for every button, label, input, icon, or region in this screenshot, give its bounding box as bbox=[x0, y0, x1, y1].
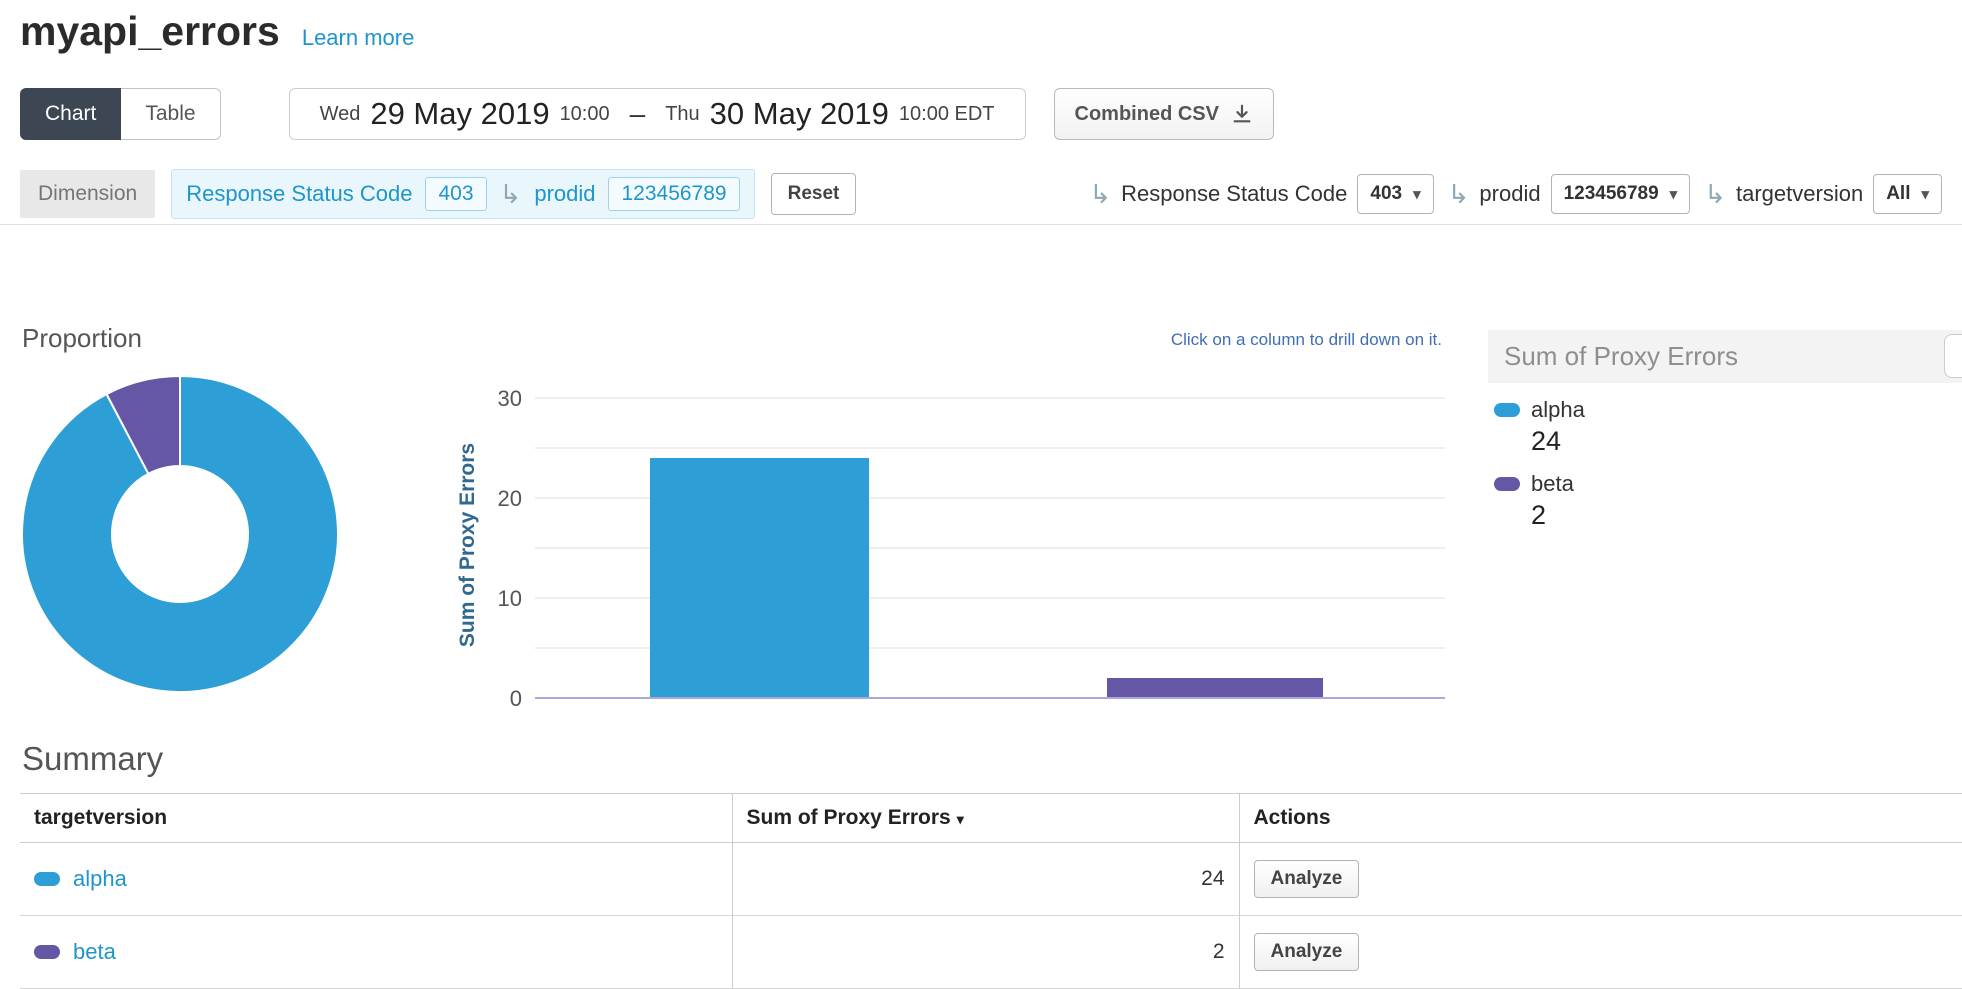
drilldown-select-targetversion[interactable]: All ▾ bbox=[1873, 174, 1942, 214]
drilldown-selected-value: 403 bbox=[1370, 183, 1402, 205]
legend-item-value: 24 bbox=[1531, 426, 1962, 457]
row-value: 2 bbox=[732, 916, 1239, 989]
drilldown-arrow-icon: ↳ bbox=[500, 181, 522, 207]
legend-item: alpha 24 bbox=[1494, 397, 1962, 457]
header: myapi_errors Learn more bbox=[20, 8, 414, 55]
table-row: beta 2 Analyze bbox=[20, 916, 1962, 989]
dimension-label: Dimension bbox=[20, 170, 155, 218]
toolbar: Chart Table Wed 29 May 2019 10:00 – Thu … bbox=[20, 88, 1274, 140]
end-day: Thu bbox=[665, 103, 699, 126]
end-date: 30 May 2019 bbox=[710, 96, 889, 132]
bar-chart[interactable]: 0 10 20 30 bbox=[430, 385, 1470, 720]
date-range-separator: – bbox=[630, 98, 646, 130]
color-swatch bbox=[1494, 477, 1520, 491]
learn-more-link[interactable]: Learn more bbox=[302, 25, 415, 51]
chevron-down-icon: ▾ bbox=[1413, 185, 1421, 203]
filter-value-chip-403[interactable]: 403 bbox=[425, 177, 486, 211]
column-header-actions: Actions bbox=[1239, 794, 1962, 843]
y-tick-label: 10 bbox=[498, 586, 522, 611]
table-tab[interactable]: Table bbox=[121, 88, 220, 140]
proportion-label: Proportion bbox=[22, 323, 142, 354]
drilldown-selectors: ↳ Response Status Code 403 ▾ ↳ prodid 12… bbox=[1089, 174, 1942, 214]
end-time: 10:00 EDT bbox=[899, 103, 995, 126]
filter-name-prodid[interactable]: prodid bbox=[534, 181, 595, 207]
summary-heading: Summary bbox=[22, 740, 163, 778]
drilldown-targetversion: ↳ targetversion All ▾ bbox=[1704, 174, 1942, 214]
combined-csv-button[interactable]: Combined CSV bbox=[1054, 88, 1274, 140]
analyze-button[interactable]: Analyze bbox=[1254, 860, 1360, 898]
drilldown-name: Response Status Code bbox=[1121, 181, 1347, 207]
column-header-sum-of-proxy-errors[interactable]: Sum of Proxy Errors ▾ bbox=[732, 794, 1239, 843]
summary-table: targetversion Sum of Proxy Errors ▾ Actio… bbox=[20, 793, 1962, 989]
dimension-bar: Dimension Response Status Code 403 ↳ pro… bbox=[20, 168, 1942, 220]
legend-item-label[interactable]: alpha bbox=[1531, 397, 1585, 423]
column-header-label: Sum of Proxy Errors bbox=[747, 806, 951, 829]
divider bbox=[0, 224, 1962, 225]
analyze-button[interactable]: Analyze bbox=[1254, 933, 1360, 971]
table-header-row: targetversion Sum of Proxy Errors ▾ Actio… bbox=[20, 794, 1962, 843]
active-filters: Response Status Code 403 ↳ prodid 123456… bbox=[171, 169, 754, 219]
drilldown-response-status-code: ↳ Response Status Code 403 ▾ bbox=[1089, 174, 1433, 214]
drilldown-arrow-icon: ↳ bbox=[1704, 181, 1726, 207]
color-swatch bbox=[34, 945, 60, 959]
legend-collapse-handle[interactable] bbox=[1944, 334, 1962, 378]
combined-csv-label: Combined CSV bbox=[1075, 103, 1219, 126]
row-link-beta[interactable]: beta bbox=[73, 939, 116, 965]
sort-desc-icon: ▾ bbox=[957, 811, 964, 827]
row-link-alpha[interactable]: alpha bbox=[73, 866, 127, 892]
donut-chart[interactable] bbox=[18, 372, 342, 696]
drilldown-prodid: ↳ prodid 123456789 ▾ bbox=[1448, 174, 1691, 214]
download-icon bbox=[1231, 103, 1253, 125]
drill-hint: Click on a column to drill down on it. bbox=[1040, 330, 1442, 350]
view-toggle: Chart Table bbox=[20, 88, 221, 140]
color-swatch bbox=[1494, 403, 1520, 417]
y-tick-label: 0 bbox=[510, 686, 522, 711]
drilldown-name: prodid bbox=[1479, 181, 1540, 207]
start-time: 10:00 bbox=[560, 103, 610, 126]
row-value: 24 bbox=[732, 843, 1239, 916]
chevron-down-icon: ▾ bbox=[1921, 185, 1929, 203]
legend-item-label[interactable]: beta bbox=[1531, 471, 1574, 497]
drilldown-name: targetversion bbox=[1736, 181, 1863, 207]
drilldown-selected-value: All bbox=[1886, 183, 1910, 205]
date-range-picker[interactable]: Wed 29 May 2019 10:00 – Thu 30 May 2019 … bbox=[289, 88, 1026, 140]
drilldown-arrow-icon: ↳ bbox=[1448, 181, 1470, 207]
drilldown-select-response-status-code[interactable]: 403 ▾ bbox=[1357, 174, 1433, 214]
chart-tab[interactable]: Chart bbox=[20, 88, 121, 140]
filter-value-chip-prodid[interactable]: 123456789 bbox=[608, 177, 739, 211]
start-date: 29 May 2019 bbox=[370, 96, 549, 132]
bar-alpha[interactable] bbox=[650, 458, 869, 698]
drilldown-arrow-icon: ↳ bbox=[1089, 181, 1111, 207]
y-tick-label: 30 bbox=[498, 386, 522, 411]
legend-title: Sum of Proxy Errors bbox=[1488, 330, 1962, 383]
table-row: alpha 24 Analyze bbox=[20, 843, 1962, 916]
legend-panel: Sum of Proxy Errors alpha 24 beta 2 bbox=[1488, 330, 1962, 541]
bar-beta[interactable] bbox=[1107, 678, 1323, 698]
filter-name-response-status-code[interactable]: Response Status Code bbox=[186, 181, 412, 207]
drilldown-selected-value: 123456789 bbox=[1564, 183, 1659, 205]
reset-button[interactable]: Reset bbox=[771, 173, 857, 215]
legend-item-value: 2 bbox=[1531, 500, 1962, 531]
chevron-down-icon: ▾ bbox=[1670, 185, 1678, 203]
color-swatch bbox=[34, 872, 60, 886]
drilldown-select-prodid[interactable]: 123456789 ▾ bbox=[1551, 174, 1691, 214]
column-header-targetversion[interactable]: targetversion bbox=[20, 794, 732, 843]
page-title: myapi_errors bbox=[20, 8, 280, 55]
y-tick-label: 20 bbox=[498, 486, 522, 511]
legend-item: beta 2 bbox=[1494, 471, 1962, 531]
start-day: Wed bbox=[320, 103, 361, 126]
